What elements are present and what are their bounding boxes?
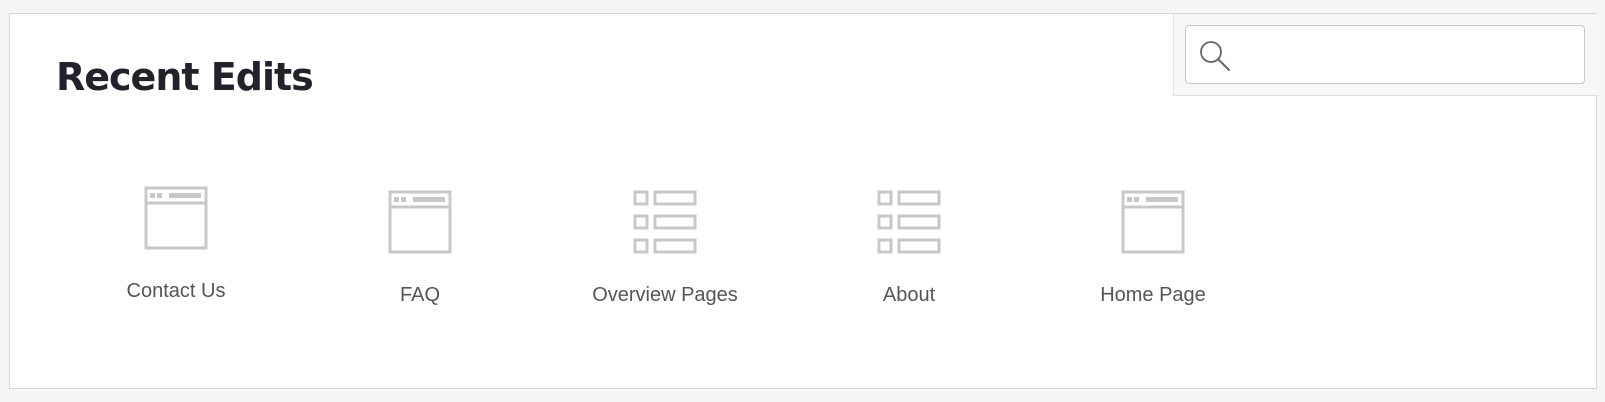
recent-item-label: About <box>882 284 936 306</box>
recent-item-label: Home Page <box>1100 284 1206 306</box>
recent-item-faq[interactable]: FAQ <box>320 190 520 320</box>
recent-item-label: FAQ <box>399 284 440 306</box>
recent-item-overview-pages[interactable]: Overview Pages <box>565 190 765 320</box>
recent-item-contact-us[interactable]: Contact Us <box>76 186 276 316</box>
recent-item-about[interactable]: About <box>809 190 1009 320</box>
recent-item-home-page[interactable]: Home Page <box>1053 190 1253 320</box>
search-icon <box>1200 41 1230 71</box>
search-box[interactable] <box>1185 25 1585 84</box>
list-icon <box>877 190 941 254</box>
page-icon <box>388 190 452 254</box>
page-icon <box>144 186 208 250</box>
recent-edits-panel: Recent Edits Contact Us FAQ Overview Pag… <box>9 13 1598 389</box>
recent-item-label: Overview Pages <box>592 284 738 306</box>
list-icon <box>633 190 697 254</box>
page-title: Recent Edits <box>56 55 314 99</box>
search-area <box>1173 14 1598 96</box>
search-input[interactable] <box>1238 34 1577 76</box>
recent-item-label: Contact Us <box>126 280 226 302</box>
page-icon <box>1121 190 1185 254</box>
